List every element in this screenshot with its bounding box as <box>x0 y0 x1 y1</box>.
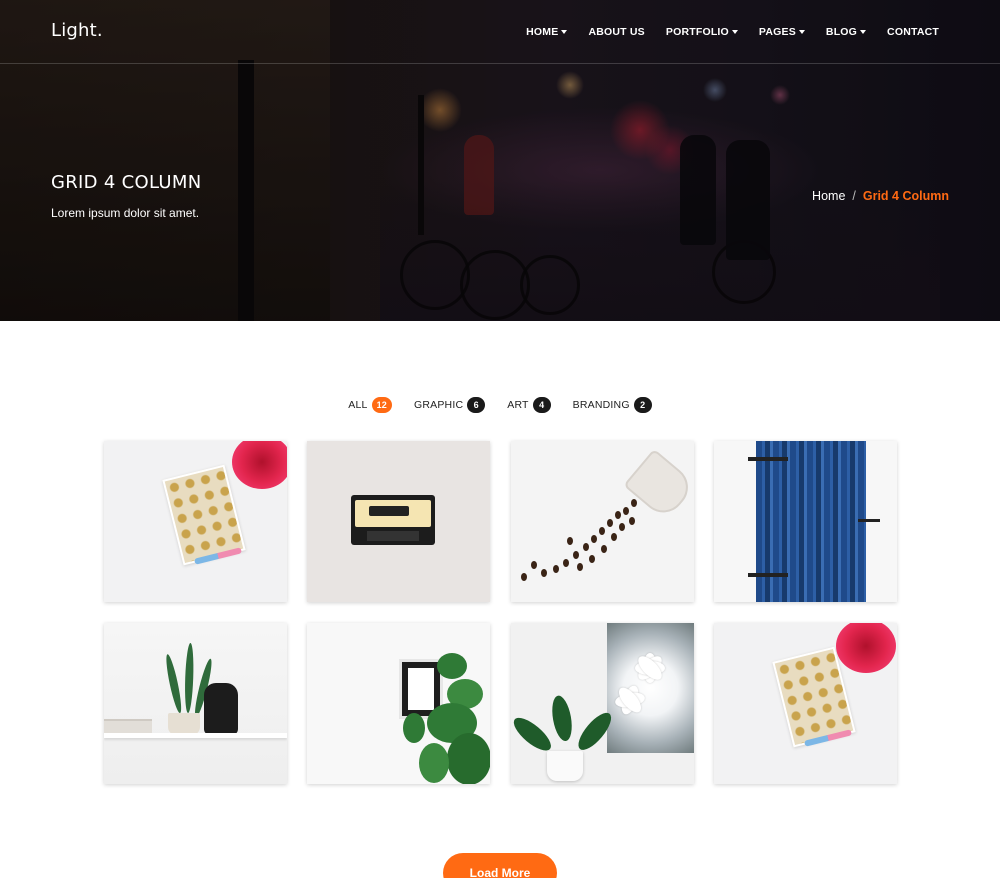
nav-item-portfolio[interactable]: PORTFOLIO <box>666 26 738 38</box>
plant-leaf <box>510 712 556 756</box>
nav-item-label: PORTFOLIO <box>665 26 729 38</box>
page-title: GRID 4 COLUMN <box>51 172 202 193</box>
coffee-bean <box>600 545 607 553</box>
load-more-button[interactable]: Load More <box>443 853 557 878</box>
nav-item-label: PAGES <box>758 26 796 38</box>
nav-item-label: HOME <box>526 26 559 38</box>
breadcrumb-home-link[interactable]: Home <box>812 189 845 203</box>
coffee-cup-image <box>622 448 694 522</box>
portfolio-item-coffee[interactable] <box>510 441 694 602</box>
filter-branding[interactable]: BRANDING 2 <box>573 397 652 413</box>
door-image <box>755 441 866 602</box>
nav-item-home[interactable]: HOME <box>526 26 568 38</box>
door-hinge <box>747 573 788 577</box>
coffee-bean <box>618 523 625 531</box>
filter-label: ALL <box>348 399 368 411</box>
filter-label: GRAPHIC <box>414 399 464 411</box>
coffee-bean <box>606 519 613 527</box>
filter-art[interactable]: ART 4 <box>507 397 551 413</box>
chevron-down-icon <box>860 30 867 34</box>
filter-all[interactable]: ALL 12 <box>348 397 392 413</box>
coffee-bean <box>630 499 637 507</box>
nav-item-blog[interactable]: BLOG <box>825 26 867 38</box>
coffee-bean <box>562 559 569 567</box>
nav-item-label: BLOG <box>825 26 858 38</box>
portfolio-item-door[interactable] <box>713 441 897 602</box>
portfolio-item-notebook-2[interactable] <box>713 623 897 784</box>
door-hinge <box>747 457 788 461</box>
coffee-bean <box>566 537 573 545</box>
plant-pot-image <box>168 713 200 735</box>
coffee-bean <box>590 535 597 543</box>
ivy-leaf <box>447 733 491 784</box>
chevron-down-icon <box>731 30 738 34</box>
ivy-leaf <box>403 713 426 743</box>
coffee-bean <box>530 561 537 569</box>
breadcrumb: Home / Grid 4 Column <box>812 189 949 203</box>
filter-label: BRANDING <box>572 399 630 411</box>
shelf-board <box>104 733 287 738</box>
cassette-image <box>351 495 436 545</box>
ivy-leaf <box>419 743 450 783</box>
breadcrumb-current: Grid 4 Column <box>862 189 949 203</box>
lucky-cat-image <box>204 683 238 735</box>
ivy-leaf <box>437 653 468 679</box>
coffee-bean <box>540 569 547 577</box>
coffee-bean <box>628 517 635 525</box>
nav-item-about-us[interactable]: ABOUT US <box>588 26 644 38</box>
portfolio-filters: ALL 12 GRAPHIC 6 ART 4 BRANDING 2 <box>0 397 1000 413</box>
filter-count-badge: 2 <box>633 397 652 413</box>
coffee-bean <box>598 527 605 535</box>
flower-image <box>835 623 896 673</box>
cassette-window <box>369 506 410 516</box>
flower-image <box>232 441 287 489</box>
coffee-bean <box>520 573 527 581</box>
portfolio-item-shelf[interactable] <box>104 623 287 784</box>
coffee-bean <box>552 565 559 573</box>
filter-graphic[interactable]: GRAPHIC 6 <box>414 397 486 413</box>
filter-count-badge: 12 <box>371 397 392 413</box>
breadcrumb-separator: / <box>852 189 856 203</box>
coffee-bean <box>588 555 595 563</box>
cassette-base <box>367 531 420 541</box>
nav-item-label: CONTACT <box>887 26 939 38</box>
filter-label: ART <box>507 399 529 411</box>
plant-pot-image <box>546 751 583 781</box>
nav-item-contact[interactable]: CONTACT <box>887 26 939 38</box>
coffee-bean <box>576 563 583 571</box>
filter-count-badge: 4 <box>532 397 551 413</box>
coffee-bean <box>614 511 621 519</box>
coffee-bean <box>572 551 579 559</box>
portfolio-item-plant[interactable] <box>510 623 694 784</box>
portfolio-grid <box>104 441 898 784</box>
coffee-bean <box>582 543 589 551</box>
chevron-down-icon <box>561 30 568 34</box>
coffee-bean <box>610 533 617 541</box>
navbar: Light. HOME ABOUT US PORTFOLIO PAGES BLO… <box>0 0 1000 64</box>
coffee-bean <box>622 507 629 515</box>
nav-item-pages[interactable]: PAGES <box>759 26 805 38</box>
page-subtitle: Lorem ipsum dolor sit amet. <box>51 206 200 220</box>
filter-count-badge: 6 <box>467 397 486 413</box>
portfolio-item-window[interactable] <box>307 623 491 784</box>
portfolio-item-cassette[interactable] <box>307 441 491 602</box>
site-logo[interactable]: Light. <box>51 20 103 41</box>
chevron-down-icon <box>798 30 805 34</box>
main-nav: HOME ABOUT US PORTFOLIO PAGES BLOG CONTA… <box>505 26 939 38</box>
books-image <box>104 719 152 733</box>
portfolio-item-notebook[interactable] <box>104 441 287 602</box>
nav-item-label: ABOUT US <box>588 26 645 38</box>
door-latch <box>857 519 880 522</box>
plant-leaf <box>548 694 575 743</box>
